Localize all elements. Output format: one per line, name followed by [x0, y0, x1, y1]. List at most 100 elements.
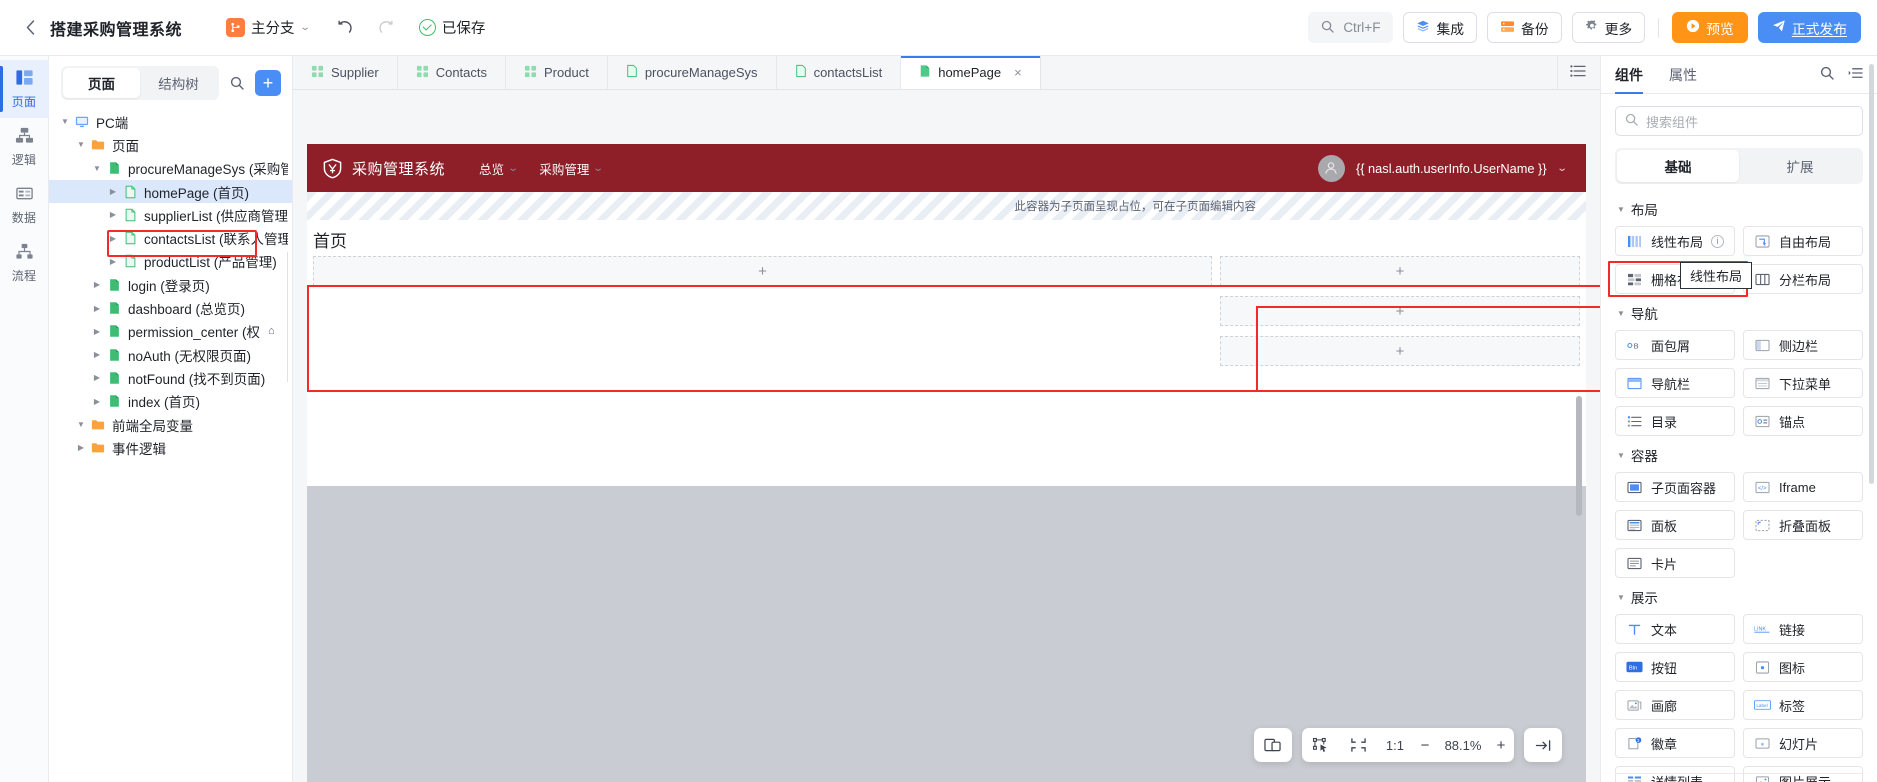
- component-item[interactable]: 画廊: [1615, 690, 1735, 720]
- component-item[interactable]: 3 徽章: [1615, 728, 1735, 758]
- component-item[interactable]: 导航栏: [1615, 368, 1735, 398]
- canvas-vertical-scrollbar[interactable]: [1576, 396, 1582, 516]
- grid-column-right[interactable]: + + +: [1220, 256, 1580, 374]
- device-switch-icon[interactable]: [1254, 728, 1292, 762]
- tree-node[interactable]: 前端全局变量: [49, 413, 292, 436]
- page-tree[interactable]: PC端页面 procureManageSys (采购管理 homePage (首页)…: [49, 108, 292, 782]
- component-item[interactable]: 折叠面板: [1743, 510, 1863, 540]
- tree-node[interactable]: 页面: [49, 133, 292, 156]
- rail-item-data[interactable]: 数据: [0, 176, 49, 234]
- collapse-right-icon[interactable]: [1524, 728, 1562, 762]
- zoom-out-button[interactable]: −: [1412, 728, 1438, 762]
- tree-node[interactable]: notFound (找不到页面): [49, 366, 292, 389]
- chevron-right-icon[interactable]: [89, 373, 105, 382]
- chevron-down-icon[interactable]: [73, 140, 89, 149]
- chevron-right-icon[interactable]: [105, 187, 121, 196]
- tree-add-button[interactable]: +: [255, 70, 281, 96]
- component-item[interactable]: 幻灯片: [1743, 728, 1863, 758]
- chevron-right-icon[interactable]: [89, 280, 105, 289]
- tree-node[interactable]: login (登录页): [49, 273, 292, 296]
- component-item[interactable]: 图片展示: [1743, 766, 1863, 782]
- preview-user-area[interactable]: {{ nasl.auth.userInfo.UserName }} ⌄: [1317, 154, 1572, 182]
- chevron-right-icon[interactable]: [105, 210, 121, 219]
- drop-slot[interactable]: +: [1220, 296, 1580, 326]
- tree-node[interactable]: procureManageSys (采购管理: [49, 157, 292, 180]
- component-item[interactable]: 图标: [1743, 652, 1863, 682]
- page-grid-region[interactable]: 首页 + + + +: [307, 220, 1586, 374]
- component-group-header[interactable]: ▼ 导航: [1615, 294, 1863, 330]
- component-item[interactable]: Label 标签: [1743, 690, 1863, 720]
- rail-item-pages[interactable]: 页面: [0, 60, 49, 118]
- info-icon[interactable]: i: [1711, 234, 1724, 248]
- chevron-right-icon[interactable]: [105, 234, 121, 243]
- component-item[interactable]: 侧边栏: [1743, 330, 1863, 360]
- component-group-header[interactable]: ▼ 容器: [1615, 436, 1863, 472]
- chevron-right-icon[interactable]: [89, 397, 105, 406]
- back-icon[interactable]: [16, 14, 44, 42]
- tree-node[interactable]: productList (产品管理): [49, 250, 292, 273]
- chevron-right-icon[interactable]: [89, 327, 105, 336]
- rail-item-process[interactable]: 流程: [0, 234, 49, 292]
- drop-slot[interactable]: +: [1220, 256, 1580, 286]
- component-item[interactable]: 下拉菜单: [1743, 368, 1863, 398]
- tree-node[interactable]: contactsList (联系人管理): [49, 226, 292, 249]
- tree-node[interactable]: PC端: [49, 110, 292, 133]
- preview-menu-item[interactable]: 采购管理 ⌄: [539, 159, 604, 178]
- editor-tab[interactable]: contactsList: [776, 56, 902, 89]
- chevron-down-icon[interactable]: [73, 420, 89, 429]
- global-search-button[interactable]: Ctrl+F: [1308, 12, 1394, 43]
- editor-tab[interactable]: Supplier: [293, 56, 398, 89]
- tree-node-selected[interactable]: homePage (首页): [49, 179, 292, 204]
- chevron-right-icon[interactable]: [105, 257, 121, 266]
- component-item[interactable]: 文本: [1615, 614, 1735, 644]
- chevron-right-icon[interactable]: [89, 304, 105, 313]
- select-tool-icon[interactable]: [1302, 728, 1340, 762]
- component-group-header[interactable]: ▼ 布局: [1615, 190, 1863, 226]
- branch-selector[interactable]: 主分支 ⌄: [220, 13, 315, 42]
- redo-icon[interactable]: [371, 13, 401, 43]
- component-group-header[interactable]: ▼ 展示: [1615, 578, 1863, 614]
- component-search-input[interactable]: 搜索组件: [1615, 106, 1863, 136]
- editor-tab[interactable]: procureManageSys: [607, 56, 777, 89]
- component-item[interactable]: 线性布局 i: [1615, 226, 1735, 256]
- tab-outline-button[interactable]: [1557, 56, 1600, 89]
- device-switch-card[interactable]: [1253, 728, 1292, 762]
- tree-node[interactable]: permission_center (权 ⌂: [49, 320, 292, 343]
- editor-tab-active[interactable]: homePage ×: [901, 56, 1041, 89]
- more-button[interactable]: 更多: [1571, 12, 1646, 43]
- component-item[interactable]: 目录: [1615, 406, 1735, 436]
- editor-tab[interactable]: Contacts: [397, 56, 507, 89]
- preview-menu-item[interactable]: 总览 ⌄: [479, 159, 519, 178]
- zoom-in-button[interactable]: +: [1488, 728, 1514, 762]
- component-item[interactable]: LINK 链接: [1743, 614, 1863, 644]
- grid-column-left[interactable]: +: [313, 256, 1212, 374]
- component-item[interactable]: 面板: [1615, 510, 1735, 540]
- tab-structure-tree[interactable]: 结构树: [140, 68, 217, 98]
- canvas-stage[interactable]: 采购管理系统 总览 ⌄ 采购管理 ⌄ {{ nasl.auth.userInfo.Us…: [293, 90, 1600, 782]
- search-icon[interactable]: [1820, 66, 1834, 83]
- fit-screen-icon[interactable]: [1340, 728, 1378, 762]
- drop-slot[interactable]: +: [313, 256, 1212, 286]
- chevron-down-icon[interactable]: [89, 164, 105, 173]
- component-item[interactable]: 分栏布局: [1743, 264, 1863, 294]
- drop-slot[interactable]: +: [1220, 336, 1580, 366]
- chevron-down-icon[interactable]: [57, 117, 73, 126]
- backup-button[interactable]: 备份: [1487, 12, 1562, 43]
- close-icon[interactable]: ×: [1014, 65, 1022, 80]
- chevron-right-icon[interactable]: [73, 443, 89, 452]
- tree-node[interactable]: index (首页): [49, 390, 292, 413]
- publish-button[interactable]: 正式发布: [1757, 12, 1861, 43]
- editor-tab[interactable]: Product: [506, 56, 608, 89]
- tree-node[interactable]: supplierList (供应商管理: [49, 203, 292, 226]
- tab-components[interactable]: 组件: [1615, 56, 1643, 94]
- tree-search-icon[interactable]: [225, 71, 249, 95]
- integration-button[interactable]: 集成: [1403, 12, 1478, 43]
- component-panel-scrollbar[interactable]: [1869, 64, 1874, 484]
- component-item[interactable]: 锚点: [1743, 406, 1863, 436]
- undo-icon[interactable]: [331, 13, 361, 43]
- category-extended[interactable]: 扩展: [1739, 150, 1861, 182]
- component-item[interactable]: 子页面容器: [1615, 472, 1735, 502]
- component-item[interactable]: 详情列表: [1615, 766, 1735, 782]
- tree-node[interactable]: dashboard (总览页): [49, 296, 292, 319]
- preview-button[interactable]: 预览: [1672, 12, 1748, 43]
